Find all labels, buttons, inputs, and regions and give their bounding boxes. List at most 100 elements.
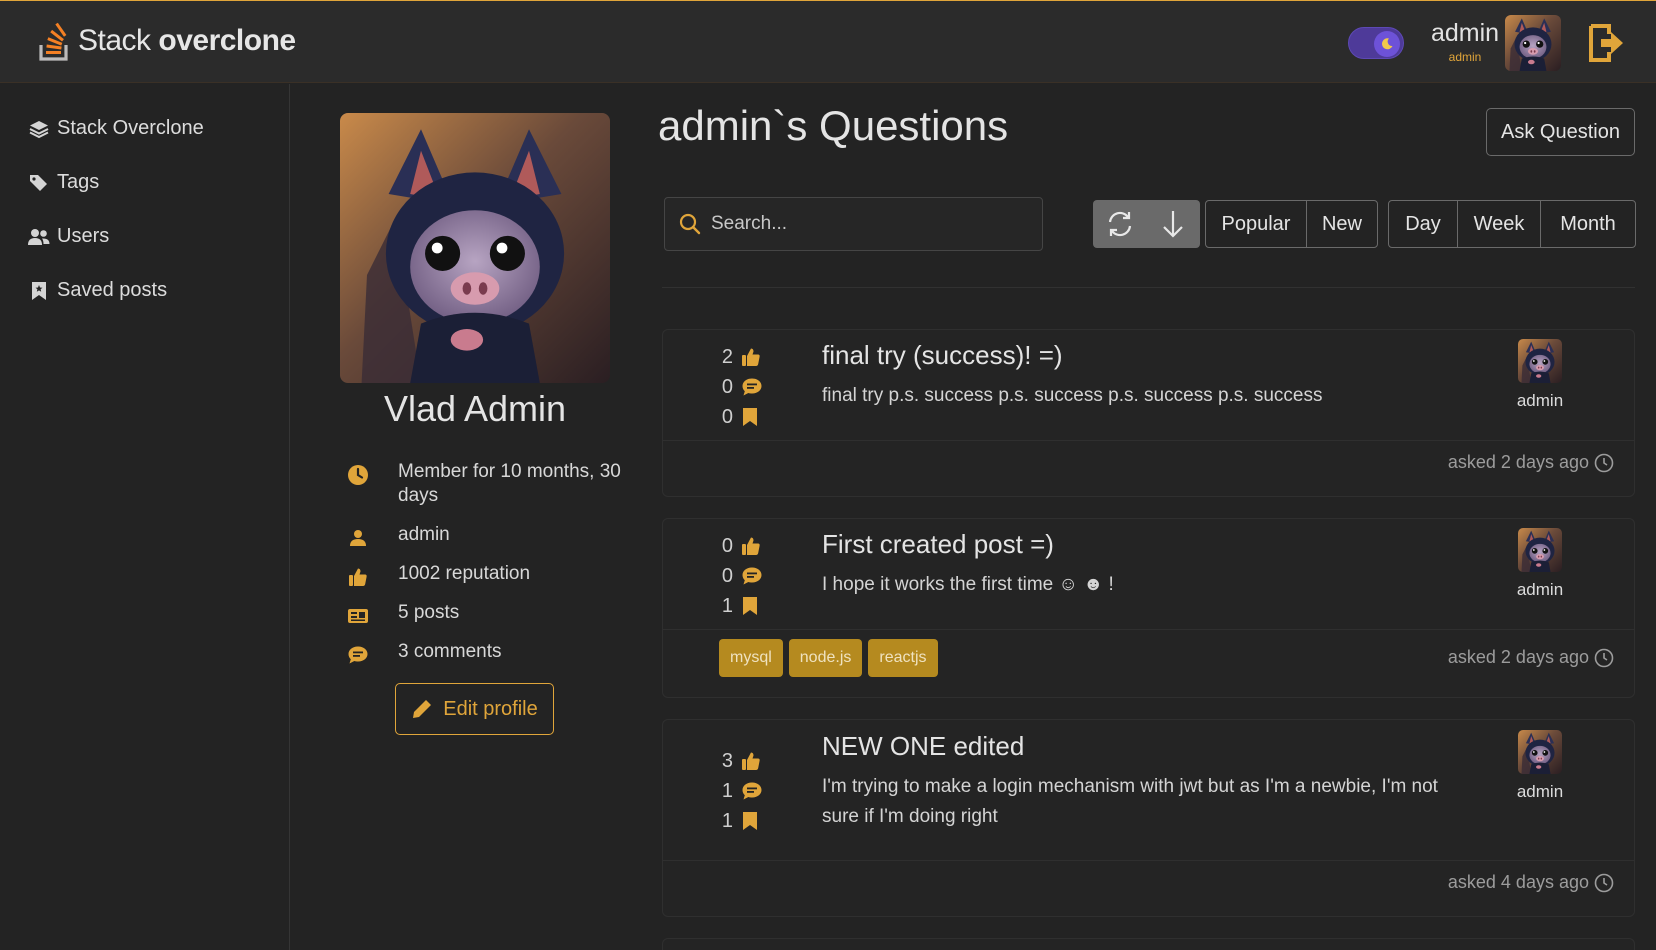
- member-since-text: Member for 10 months, 30 days: [398, 461, 621, 506]
- profile-username: admin: [345, 523, 638, 551]
- sidebar: Stack Overclone Tags Users Saved posts: [0, 84, 290, 950]
- top-bar: Stack overclone admin admin: [0, 0, 1656, 83]
- question-stats: 2 0 0: [715, 342, 763, 432]
- arrow-down-icon[interactable]: [1147, 200, 1201, 248]
- avatar: [1518, 339, 1562, 383]
- author-name: admin: [1516, 391, 1564, 410]
- question-stats: 3 1 1: [715, 746, 763, 836]
- card-divider: [663, 629, 1634, 630]
- tag-nodejs[interactable]: node.js: [788, 639, 863, 677]
- question-body: final try p.s. success p.s. success p.s.…: [822, 385, 1323, 406]
- sidebar-item-tags[interactable]: Tags: [28, 171, 99, 194]
- card-divider: [663, 440, 1634, 441]
- bookmark-icon: [743, 597, 757, 615]
- question-author[interactable]: admin: [1508, 730, 1572, 802]
- thumbs-up-icon: [742, 537, 760, 555]
- sidebar-item-label: Stack Overclone: [57, 117, 204, 139]
- tag-list: mysql node.js reactjs: [719, 639, 938, 677]
- search-box: [664, 197, 1043, 251]
- refresh-icon[interactable]: [1093, 200, 1147, 248]
- asked-time: asked 4 days ago: [1448, 872, 1614, 893]
- saves-count: 1: [715, 591, 763, 621]
- clock-icon: [1594, 453, 1614, 473]
- ask-question-button[interactable]: Ask Question: [1486, 108, 1635, 156]
- sidebar-item-saved-posts[interactable]: Saved posts: [28, 279, 167, 302]
- comment-icon: [742, 782, 762, 800]
- avatar: [1518, 730, 1562, 774]
- week-button[interactable]: Week: [1457, 201, 1540, 247]
- logout-icon[interactable]: [1587, 22, 1627, 64]
- stack-logo-icon: [38, 21, 72, 61]
- popular-button[interactable]: Popular: [1206, 201, 1306, 247]
- member-since: Member for 10 months, 30 days: [345, 460, 638, 508]
- logo[interactable]: Stack overclone: [38, 21, 296, 61]
- question-author[interactable]: admin: [1508, 528, 1572, 600]
- edit-profile-button[interactable]: Edit profile: [395, 683, 554, 735]
- logo-text: Stack overclone: [78, 24, 296, 57]
- comments-count: 1: [715, 776, 763, 806]
- period-button-group: Day Week Month: [1388, 200, 1636, 248]
- author-name: admin: [1516, 580, 1564, 599]
- bookmark-icon: [743, 812, 757, 830]
- page-title: admin`s Questions: [658, 102, 1009, 149]
- avatar: [1518, 528, 1562, 572]
- question-card[interactable]: 2 0 0 final try (success)! =) final try …: [662, 329, 1635, 497]
- question-card[interactable]: [662, 938, 1635, 950]
- question-author[interactable]: admin: [1508, 339, 1572, 411]
- moon-icon: [1374, 31, 1400, 57]
- sort-button-group: Popular New: [1205, 200, 1378, 248]
- sidebar-item-stack-overclone[interactable]: Stack Overclone: [28, 117, 204, 140]
- question-title[interactable]: First created post =): [822, 529, 1054, 560]
- comments-text: 3 comments: [398, 641, 502, 662]
- profile-reputation: 1002 reputation: [345, 562, 638, 590]
- user-name: admin: [1430, 19, 1500, 47]
- question-card[interactable]: 0 0 1 First created post =) I hope it wo…: [662, 518, 1635, 698]
- author-name: admin: [1516, 782, 1564, 801]
- day-button[interactable]: Day: [1389, 201, 1457, 247]
- edit-profile-label: Edit profile: [443, 697, 538, 720]
- tag-reactjs[interactable]: reactjs: [868, 639, 938, 677]
- search-input[interactable]: [711, 213, 1011, 235]
- thumbs-up-icon: [742, 348, 760, 366]
- profile-name: Vlad Admin: [383, 388, 567, 429]
- username-text: admin: [398, 524, 450, 545]
- comment-icon: [742, 378, 762, 396]
- clock-icon: [345, 462, 371, 488]
- clock-icon: [1594, 648, 1614, 668]
- search-icon: [679, 213, 701, 235]
- pencil-icon: [411, 698, 433, 720]
- theme-toggle[interactable]: [1348, 27, 1404, 59]
- tags-icon: [28, 173, 50, 193]
- tag-mysql[interactable]: mysql: [719, 639, 783, 677]
- question-card[interactable]: 3 1 1 NEW ONE edited I'm trying to make …: [662, 719, 1635, 917]
- question-title[interactable]: final try (success)! =): [822, 340, 1063, 371]
- sidebar-item-label: Saved posts: [57, 279, 168, 301]
- saves-count: 1: [715, 806, 763, 836]
- month-button[interactable]: Month: [1540, 201, 1635, 247]
- likes-count: 0: [715, 531, 763, 561]
- saves-count: 0: [715, 402, 763, 432]
- current-user[interactable]: admin admin: [1420, 19, 1510, 64]
- bookmark-icon: [743, 408, 757, 426]
- reputation-text: 1002 reputation: [398, 563, 531, 584]
- question-body: I hope it works the first time ☺ ☻ !: [822, 574, 1114, 595]
- comments-count: 0: [715, 561, 763, 591]
- profile-posts: 5 posts: [345, 601, 638, 629]
- layers-icon: [28, 119, 50, 139]
- comments-count: 0: [715, 372, 763, 402]
- clock-icon: [1594, 873, 1614, 893]
- sidebar-item-users[interactable]: Users: [28, 225, 109, 248]
- sidebar-item-label: Users: [57, 225, 110, 247]
- asked-time: asked 2 days ago: [1448, 452, 1614, 473]
- profile-comments: 3 comments: [345, 640, 638, 668]
- users-icon: [28, 228, 50, 246]
- card-divider: [663, 860, 1634, 861]
- new-button[interactable]: New: [1306, 201, 1377, 247]
- question-title[interactable]: NEW ONE edited: [822, 731, 1024, 762]
- question-body: I'm trying to make a login mechanism wit…: [822, 776, 1438, 827]
- posts-text: 5 posts: [398, 602, 460, 623]
- likes-count: 2: [715, 342, 763, 372]
- user-icon: [345, 525, 371, 551]
- avatar[interactable]: [1505, 15, 1561, 71]
- newspaper-icon: [345, 603, 371, 629]
